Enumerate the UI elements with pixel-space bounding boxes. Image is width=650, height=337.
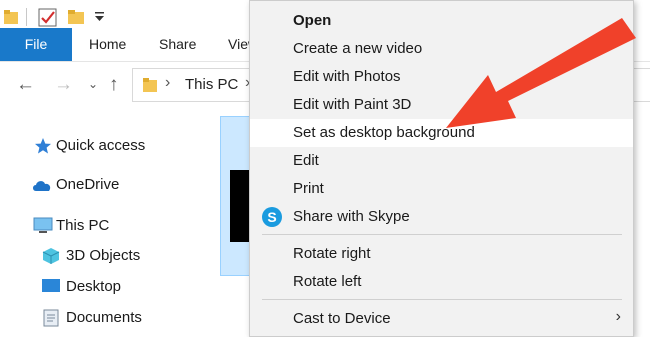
menu-divider	[262, 234, 622, 235]
sidebar-item-label: 3D Objects	[66, 247, 141, 264]
back-arrow-icon[interactable]: ←	[16, 74, 35, 96]
folder-icon[interactable]	[4, 8, 18, 26]
menu-item-label: Share with Skype	[293, 208, 410, 225]
sidebar-item-desktop[interactable]: Desktop	[0, 275, 220, 299]
folder-icon	[143, 78, 157, 92]
sidebar-item-label: OneDrive	[56, 176, 120, 193]
properties-checkmark-icon[interactable]	[38, 8, 58, 28]
customize-dropdown-icon[interactable]	[94, 8, 106, 26]
menu-item-edit-with-photos[interactable]: Edit with Photos	[250, 63, 633, 91]
menu-item-print[interactable]: Print	[250, 175, 633, 203]
forward-arrow-icon[interactable]: →	[54, 74, 73, 96]
tab-file[interactable]: File	[0, 28, 72, 61]
sidebar-item-documents[interactable]: Documents	[0, 306, 220, 330]
menu-item-edit-with-paint-3d[interactable]: Edit with Paint 3D	[250, 91, 633, 119]
sidebar-item-label: Documents	[66, 309, 142, 326]
sidebar-item-this-pc[interactable]: This PC	[0, 214, 220, 238]
document-icon	[43, 309, 59, 327]
sidebar-item-label: Desktop	[66, 278, 122, 295]
sidebar-item-onedrive[interactable]: OneDrive	[0, 173, 220, 197]
up-arrow-icon[interactable]: ↑	[109, 74, 119, 96]
sidebar-item-label: This PC	[56, 217, 110, 234]
menu-item-label: Cast to Device	[293, 310, 391, 327]
menu-item-label: Set as desktop background	[293, 124, 475, 141]
menu-item-edit[interactable]: Edit	[250, 147, 633, 175]
menu-item-share-with-skype[interactable]: S Share with Skype	[250, 203, 633, 231]
sidebar-item-label: Quick access	[56, 137, 146, 154]
context-menu: Open Create a new video Edit with Photos…	[249, 0, 634, 337]
desktop-icon	[42, 279, 60, 292]
sidebar-item-3d-objects[interactable]: 3D Objects	[0, 244, 220, 268]
cloud-icon	[33, 181, 51, 191]
tab-share[interactable]: Share	[159, 28, 196, 61]
menu-item-label: Edit	[293, 152, 319, 169]
tab-home[interactable]: Home	[89, 28, 126, 61]
menu-item-label: Edit with Photos	[293, 68, 401, 85]
menu-item-label: Open	[293, 12, 332, 29]
sidebar-item-quick-access[interactable]: Quick access	[0, 134, 220, 158]
breadcrumb-chevron-icon[interactable]: ›	[165, 74, 170, 92]
cube-icon	[42, 248, 60, 264]
submenu-chevron-icon: ›	[615, 308, 621, 325]
menu-divider	[262, 299, 622, 300]
menu-item-rotate-left[interactable]: Rotate left	[250, 268, 633, 296]
menu-item-rotate-right[interactable]: Rotate right	[250, 240, 633, 268]
menu-item-label: Create a new video	[293, 40, 423, 57]
menu-item-label: Rotate right	[293, 245, 371, 262]
navigation-pane: Quick access OneDrive This PC 3D Objects…	[0, 108, 220, 335]
computer-icon	[33, 217, 53, 233]
menu-item-label: Print	[293, 180, 324, 197]
skype-icon: S	[262, 207, 282, 227]
toolbar-divider	[26, 8, 27, 26]
menu-item-label: Edit with Paint 3D	[293, 96, 412, 113]
star-icon	[35, 138, 51, 154]
menu-item-open[interactable]: Open	[250, 7, 633, 35]
new-folder-icon[interactable]	[68, 8, 84, 26]
menu-item-cast-to-device[interactable]: Cast to Device ›	[250, 305, 633, 333]
recent-locations-chevron-icon[interactable]: ⌄	[88, 77, 98, 91]
breadcrumb-this-pc[interactable]: This PC	[185, 76, 238, 93]
menu-item-create-new-video[interactable]: Create a new video	[250, 35, 633, 63]
menu-item-label: Rotate left	[293, 273, 362, 290]
menu-item-set-as-desktop-background[interactable]: Set as desktop background	[250, 119, 633, 147]
